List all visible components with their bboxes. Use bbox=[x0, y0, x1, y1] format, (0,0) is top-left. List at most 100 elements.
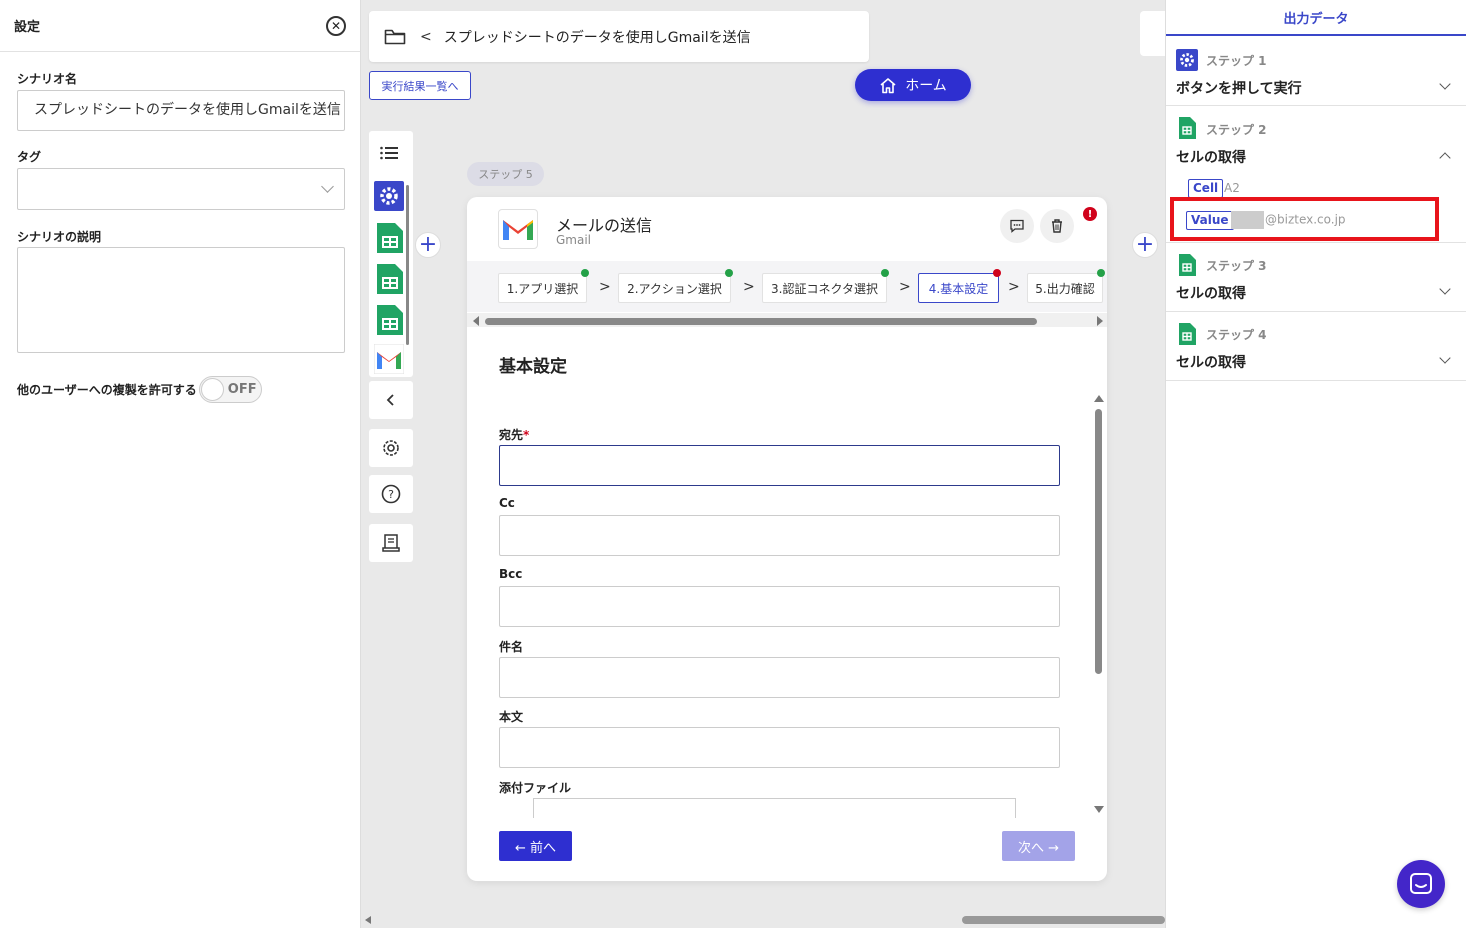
folder-icon[interactable] bbox=[384, 28, 406, 46]
step-5-gmail-icon[interactable] bbox=[374, 344, 404, 376]
prev-button[interactable]: ← 前へ bbox=[499, 831, 572, 861]
tab-output-check[interactable]: 5.出力確認 bbox=[1027, 269, 1105, 303]
form-title: 基本設定 bbox=[499, 357, 567, 377]
gear-icon bbox=[1176, 49, 1198, 71]
chevron-down-icon bbox=[1439, 352, 1451, 364]
settings-gear-icon[interactable] bbox=[369, 429, 413, 467]
body-label: 本文 bbox=[499, 710, 524, 724]
attach-label: 添付ファイル bbox=[499, 781, 572, 795]
comment-icon[interactable] bbox=[1000, 209, 1034, 243]
step-number: ステップ 4 bbox=[1206, 328, 1267, 342]
copy-permission-row: 他のユーザーへの複製を許可する OFF bbox=[17, 376, 262, 403]
check-badge bbox=[881, 269, 889, 277]
tab-label: 4.基本設定 bbox=[928, 281, 989, 296]
list-icon[interactable] bbox=[376, 139, 406, 171]
check-badge bbox=[725, 269, 733, 277]
tab-label: 5.出力確認 bbox=[1035, 281, 1095, 296]
chevron-down-icon bbox=[1439, 78, 1451, 90]
output-step-1[interactable]: ステップ 1 ボタンを押して実行 bbox=[1166, 38, 1466, 106]
card-header: メールの送信 Gmail ! bbox=[467, 197, 1107, 261]
step-card: メールの送信 Gmail ! 1.アプリ選択 > 2.アクション選択 > 3.認… bbox=[467, 197, 1107, 881]
error-badge-icon: ! bbox=[1083, 207, 1097, 221]
help-icon[interactable]: ? bbox=[369, 475, 413, 513]
copy-permission-toggle[interactable]: OFF bbox=[198, 376, 262, 403]
results-list-button[interactable]: 実行結果一覧へ bbox=[369, 71, 471, 100]
attach-dropzone[interactable] bbox=[533, 798, 1016, 818]
step-name: セルの取得 bbox=[1176, 286, 1246, 302]
step-3-sheets-icon[interactable] bbox=[374, 263, 404, 295]
form-scrollbar[interactable] bbox=[1092, 395, 1106, 813]
scenario-name-input[interactable]: スプレッドシートのデータを使用しGmailを送信 bbox=[17, 90, 345, 131]
tab-action-select[interactable]: 2.アクション選択 bbox=[618, 269, 733, 303]
bcc-input[interactable] bbox=[499, 586, 1060, 627]
tabs-scrollbar[interactable] bbox=[467, 313, 1107, 327]
chat-icon[interactable] bbox=[1397, 860, 1445, 908]
tab-label: 2.アクション選択 bbox=[627, 281, 722, 296]
step-tabs: 1.アプリ選択 > 2.アクション選択 > 3.認証コネクタ選択 > 4.基本設… bbox=[467, 261, 1107, 312]
tab-app-select[interactable]: 1.アプリ選択 bbox=[498, 269, 589, 303]
check-badge bbox=[581, 269, 589, 277]
collapse-chevron-icon[interactable] bbox=[369, 381, 413, 419]
chevron-down-icon bbox=[321, 180, 334, 193]
settings-panel: 設定 ✕ シナリオ名 スプレッドシートのデータを使用しGmailを送信 タグ シ… bbox=[0, 0, 361, 928]
to-input[interactable] bbox=[499, 445, 1060, 486]
tab-label: 1.アプリ選択 bbox=[506, 281, 579, 296]
scenario-name-label: シナリオ名 bbox=[17, 72, 78, 86]
tab-label: 3.認証コネクタ選択 bbox=[771, 281, 878, 296]
tab-connector-select[interactable]: 3.認証コネクタ選択 bbox=[762, 269, 889, 303]
tab-basic-settings[interactable]: 4.基本設定 bbox=[918, 269, 1001, 303]
output-key-cell[interactable]: Cell bbox=[1188, 179, 1224, 198]
rail-scrollbar[interactable] bbox=[405, 175, 410, 365]
cc-label: Cc bbox=[499, 496, 515, 510]
subject-label: 件名 bbox=[499, 640, 524, 654]
highlight-annotation bbox=[1170, 197, 1439, 241]
output-step-3[interactable]: ステップ 3 セルの取得 bbox=[1166, 244, 1466, 312]
sheets-icon bbox=[1178, 254, 1200, 276]
chevron-right-icon: > bbox=[1008, 279, 1020, 295]
output-title: 出力データ bbox=[1166, 0, 1466, 36]
output-step-4[interactable]: ステップ 4 セルの取得 bbox=[1166, 313, 1466, 381]
svg-text:?: ? bbox=[388, 488, 394, 501]
canvas-horizontal-scrollbar[interactable] bbox=[362, 912, 1165, 928]
settings-header: 設定 ✕ bbox=[0, 0, 360, 52]
next-button[interactable]: 次へ → bbox=[1002, 831, 1075, 861]
cc-input[interactable] bbox=[499, 515, 1060, 556]
copy-permission-label: 他のユーザーへの複製を許可する bbox=[17, 383, 197, 397]
trash-icon[interactable] bbox=[1040, 209, 1074, 243]
step-name: セルの取得 bbox=[1176, 355, 1246, 371]
app-name: Gmail bbox=[556, 233, 592, 247]
add-step-left-button[interactable]: + bbox=[415, 232, 441, 258]
scenario-title: スプレッドシートのデータを使用しGmailを送信 bbox=[443, 29, 751, 46]
sheets-icon bbox=[1178, 117, 1200, 139]
chevron-down-icon bbox=[1439, 283, 1451, 295]
output-panel: 出力データ ステップ 1 ボタンを押して実行 ステップ 2 セルの取得 Cell… bbox=[1165, 0, 1466, 928]
step-number: ステップ 2 bbox=[1206, 123, 1267, 137]
step-1-gear-icon[interactable] bbox=[374, 180, 404, 212]
chevron-right-icon: > bbox=[743, 279, 755, 295]
toggle-state-text: OFF bbox=[227, 382, 257, 397]
add-step-right-button[interactable]: + bbox=[1132, 232, 1158, 258]
subject-input[interactable] bbox=[499, 657, 1060, 698]
step-name: セルの取得 bbox=[1176, 150, 1246, 166]
chevron-right-icon: > bbox=[899, 279, 911, 295]
tag-select[interactable] bbox=[17, 168, 345, 210]
home-button[interactable]: ホーム bbox=[855, 69, 971, 101]
chevron-up-icon bbox=[1439, 152, 1451, 164]
gmail-logo-icon bbox=[498, 209, 538, 249]
back-chevron-icon[interactable]: < bbox=[420, 29, 432, 45]
step-number: ステップ 3 bbox=[1206, 259, 1267, 273]
check-badge bbox=[1097, 269, 1105, 277]
step-number-pill: ステップ 5 bbox=[467, 162, 544, 186]
home-icon bbox=[879, 77, 905, 94]
step-4-sheets-icon[interactable] bbox=[374, 304, 404, 336]
scenario-desc-textarea[interactable] bbox=[17, 247, 345, 353]
log-document-icon[interactable] bbox=[369, 524, 413, 562]
bcc-label: Bcc bbox=[499, 567, 523, 581]
step-2-sheets-icon[interactable] bbox=[374, 222, 404, 254]
breadcrumb: < スプレッドシートのデータを使用しGmailを送信 bbox=[369, 11, 869, 62]
step-name: ボタンを押して実行 bbox=[1176, 81, 1302, 97]
collapsed-tab[interactable] bbox=[1140, 11, 1166, 56]
close-icon[interactable]: ✕ bbox=[326, 15, 346, 36]
body-input[interactable] bbox=[499, 727, 1060, 768]
to-label: 宛先* bbox=[499, 426, 529, 443]
